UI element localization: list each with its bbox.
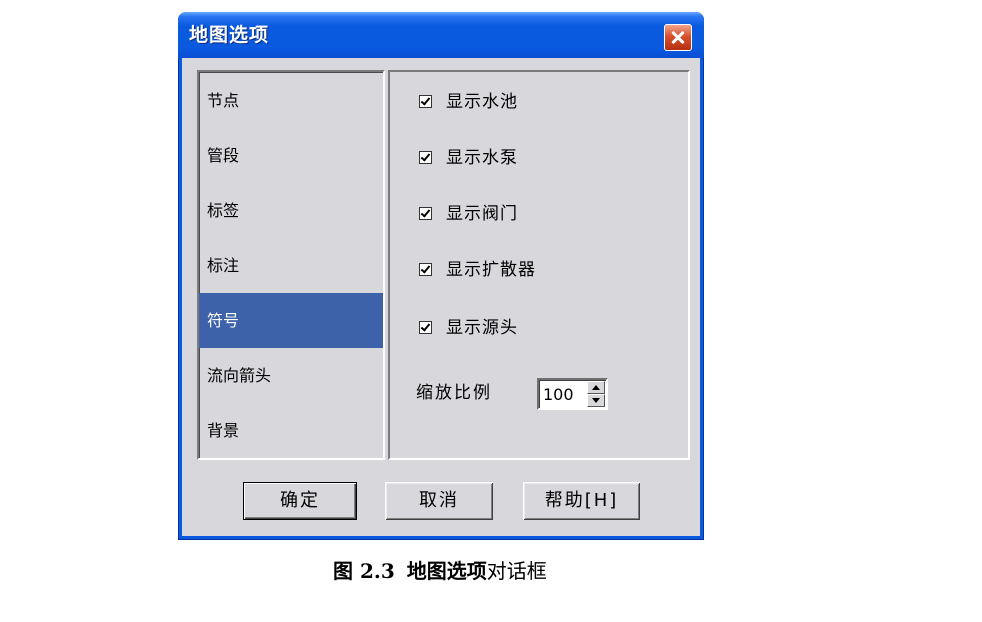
category-item-notation[interactable]: 标注 — [199, 238, 383, 293]
cancel-button[interactable]: 取消 — [385, 482, 493, 520]
check-icon — [420, 263, 431, 274]
figure-caption: 图 2.3 地图选项对话框 — [333, 558, 547, 584]
show-tanks-checkbox[interactable]: 显示水池 — [419, 90, 659, 114]
close-button[interactable] — [664, 24, 692, 51]
checkbox-label: 显示源头 — [446, 318, 518, 338]
scale-spinner[interactable] — [537, 378, 608, 410]
checkbox-label: 显示阀门 — [446, 204, 518, 224]
checkbox-box[interactable] — [419, 151, 432, 164]
dialog-body: 节点 管段 标签 标注 符号 流向箭头 背景 显示水池 显示水泵 显示阀门 显示… — [182, 58, 700, 536]
checkbox-box[interactable] — [419, 207, 432, 220]
map-options-dialog: 地图选项 节点 管段 标签 标注 符号 流向箭头 背景 显示水池 显示水泵 显示… — [178, 12, 704, 540]
scale-label: 缩放比例 — [416, 383, 492, 403]
spinner-up-button[interactable] — [587, 381, 605, 394]
help-button[interactable]: 帮助[H] — [523, 482, 640, 520]
check-icon — [420, 321, 431, 332]
show-valves-checkbox[interactable]: 显示阀门 — [419, 202, 659, 226]
checkbox-box[interactable] — [419, 321, 432, 334]
checkbox-box[interactable] — [419, 263, 432, 276]
checkbox-label: 显示水池 — [446, 92, 518, 112]
show-pumps-checkbox[interactable]: 显示水泵 — [419, 146, 659, 170]
check-icon — [420, 151, 431, 162]
category-item-symbols[interactable]: 符号 — [199, 293, 383, 348]
category-item-labels[interactable]: 标签 — [199, 183, 383, 238]
check-icon — [420, 95, 431, 106]
figure-number: 图 2.3 — [333, 559, 395, 583]
category-item-flow-arrows[interactable]: 流向箭头 — [199, 348, 383, 403]
category-item-background[interactable]: 背景 — [199, 403, 383, 458]
show-emitters-checkbox[interactable]: 显示扩散器 — [419, 258, 659, 282]
checkbox-label: 显示扩散器 — [446, 260, 536, 280]
category-item-links[interactable]: 管段 — [199, 128, 383, 183]
caption-suffix: 对话框 — [486, 559, 547, 583]
ok-button[interactable]: 确定 — [243, 482, 357, 520]
check-icon — [420, 207, 431, 218]
category-list[interactable]: 节点 管段 标签 标注 符号 流向箭头 背景 — [197, 70, 385, 460]
spinner-buttons — [587, 381, 605, 407]
symbols-panel: 显示水池 显示水泵 显示阀门 显示扩散器 显示源头 缩放比例 — [388, 70, 690, 460]
caption-title: 地图选项 — [406, 559, 487, 583]
category-item-nodes[interactable]: 节点 — [199, 73, 383, 128]
show-sources-checkbox[interactable]: 显示源头 — [419, 316, 659, 340]
close-icon — [665, 25, 691, 50]
up-arrow-icon — [592, 385, 600, 390]
spinner-down-button[interactable] — [587, 394, 605, 407]
scale-input[interactable] — [541, 382, 587, 406]
checkbox-box[interactable] — [419, 95, 432, 108]
dialog-title: 地图选项 — [189, 24, 270, 46]
title-bar[interactable]: 地图选项 — [178, 12, 704, 58]
checkbox-label: 显示水泵 — [446, 148, 518, 168]
down-arrow-icon — [592, 398, 600, 403]
